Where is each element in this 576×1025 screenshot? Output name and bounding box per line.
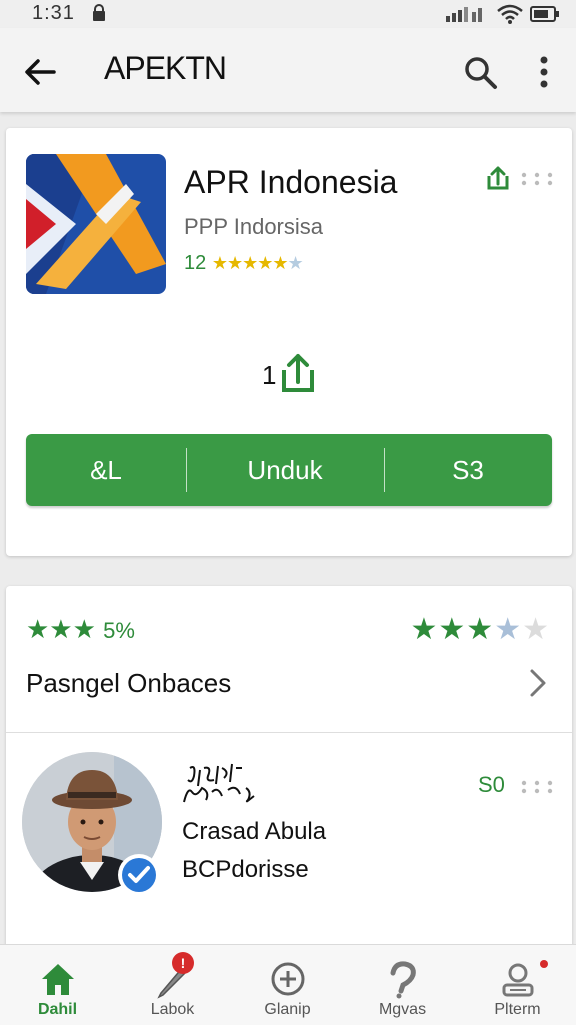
back-arrow-icon[interactable] [20,52,60,92]
nav-item-home[interactable]: Dahil [0,945,115,1025]
right-action-button[interactable]: S3 [384,434,552,506]
share-icon[interactable] [484,164,512,192]
rating-stars: ★★★★★★ [211,253,304,273]
star-rating: ★★★ [26,614,96,644]
reviewer-name: Crasad Abula [182,818,327,845]
nav-label: Dahil [37,1001,78,1018]
install-action-bar: &L Unduk S3 [26,434,552,506]
nav-item-plterm[interactable]: Plterm [460,945,575,1025]
ratings-reviews-card: ★★★ 5% ★★★★★ Pasngel Onbaces Crasad Abul… [6,586,572,956]
lock-icon [93,4,105,21]
status-time: 1:31 [32,2,75,24]
nav-label: Glanip [264,1001,311,1018]
rating-row: 12 ★★★★★★ [184,252,304,275]
verified-check-icon [118,854,160,896]
question-icon [390,961,416,999]
rating-percent: 5% [103,618,135,643]
developer-name[interactable]: PPP Indorsisa [184,214,323,240]
review-more-dots-icon[interactable] [520,780,554,794]
review-badge: S0 [478,772,505,797]
battery-icon [530,6,559,22]
share-large-icon[interactable] [278,350,318,396]
add-circle-icon [271,962,305,996]
reviewer-org: BCPdorisse [182,856,309,883]
signal-icon [446,7,482,22]
rating-count: 12 [184,252,207,274]
section-divider [6,732,572,733]
nav-label: Plterm [494,1001,541,1018]
wifi-icon [497,4,523,24]
nav-label: Labok [150,1001,195,1018]
download-button[interactable]: Unduk [186,434,384,506]
notification-badge: ! [172,952,194,974]
reviews-section-title[interactable]: Pasngel Onbaces [26,668,231,699]
rating-summary-left: ★★★ 5% [26,614,135,645]
left-action-button[interactable]: &L [26,434,186,506]
chevron-right-icon[interactable] [522,666,552,700]
status-bar: 1:31 [0,0,576,28]
page-title: APEKTN [104,50,227,86]
notification-dot [540,960,548,968]
bottom-navigation: Dahil Labok Glanip Mgvas Plterm [0,944,576,1025]
more-vert-icon[interactable] [526,52,562,92]
home-icon [42,964,74,995]
reviewer-signature-icon [183,763,255,803]
nav-item-mgvas[interactable]: Mgvas [345,945,460,1025]
nav-label: Mgvas [378,1001,427,1018]
search-icon[interactable] [460,52,500,92]
rating-stars-right[interactable]: ★★★★★ [411,612,551,647]
nav-item-glanip[interactable]: Glanip [230,945,345,1025]
share-count: 1 [262,360,277,390]
more-dots-icon[interactable] [520,172,554,186]
app-bar: APEKTN [0,28,576,112]
profile-icon [502,963,534,997]
app-name: APR Indonesia [184,164,398,200]
app-logo-icon [26,154,166,294]
app-info-card: APR Indonesia PPP Indorsisa 12 ★★★★★★ 1 … [6,128,572,556]
